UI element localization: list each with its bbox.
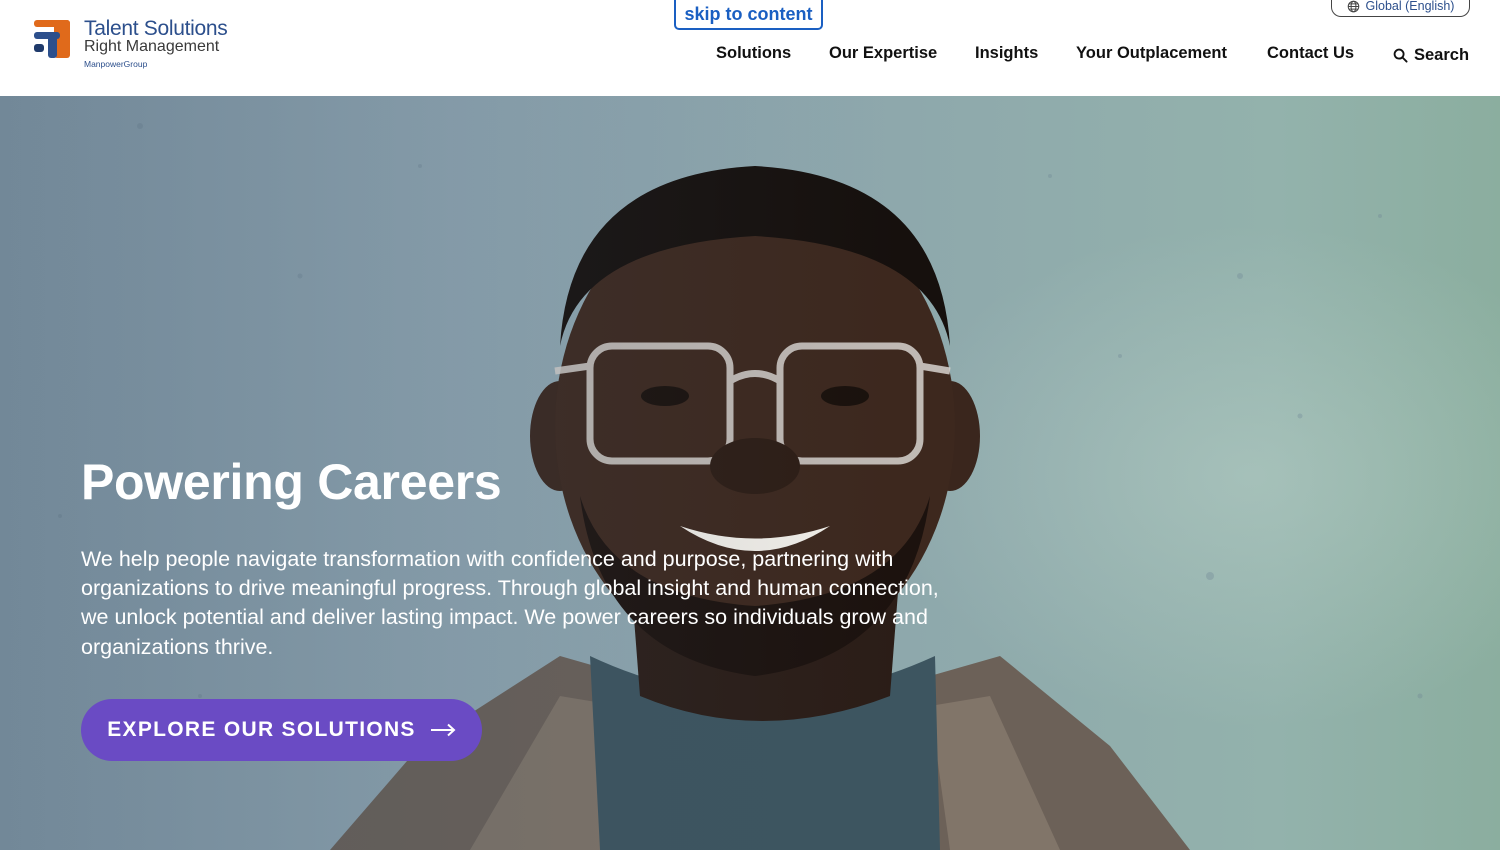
brand-logo[interactable]: Talent Solutions Right Management Manpow… — [32, 17, 242, 73]
hero-title: Powering Careers — [81, 454, 502, 510]
search-label: Search — [1414, 45, 1470, 64]
site-header: Talent Solutions Right Management Manpow… — [0, 0, 1500, 96]
logo-mark-icon — [34, 20, 70, 58]
explore-solutions-button[interactable]: EXPLORE OUR SOLUTIONS — [81, 699, 482, 761]
hero-section: Powering Careers We help people navigate… — [0, 96, 1500, 850]
search-icon — [1393, 48, 1408, 63]
nav-item-your-outplacement[interactable]: Your Outplacement — [1076, 44, 1227, 66]
search-button[interactable]: Search — [1393, 44, 1469, 66]
arrow-right-icon — [430, 723, 456, 737]
locale-label: Global (English) — [1365, 0, 1455, 13]
skip-to-content-link[interactable]: skip to content — [674, 0, 823, 30]
globe-icon — [1347, 0, 1359, 12]
brand-line-2: Right Management — [84, 38, 220, 55]
locale-selector[interactable]: Global (English) — [1331, 0, 1470, 17]
nav-item-solutions[interactable]: Solutions — [716, 44, 791, 66]
hero-description: We help people navigate transformation w… — [81, 547, 939, 659]
nav-item-our-expertise[interactable]: Our Expertise — [829, 44, 937, 66]
brand-line-3: ManpowerGroup — [84, 59, 148, 69]
nav-item-contact-us[interactable]: Contact Us — [1267, 44, 1354, 66]
nav-item-insights[interactable]: Insights — [975, 44, 1038, 66]
explore-solutions-label: EXPLORE OUR SOLUTIONS — [107, 718, 416, 741]
